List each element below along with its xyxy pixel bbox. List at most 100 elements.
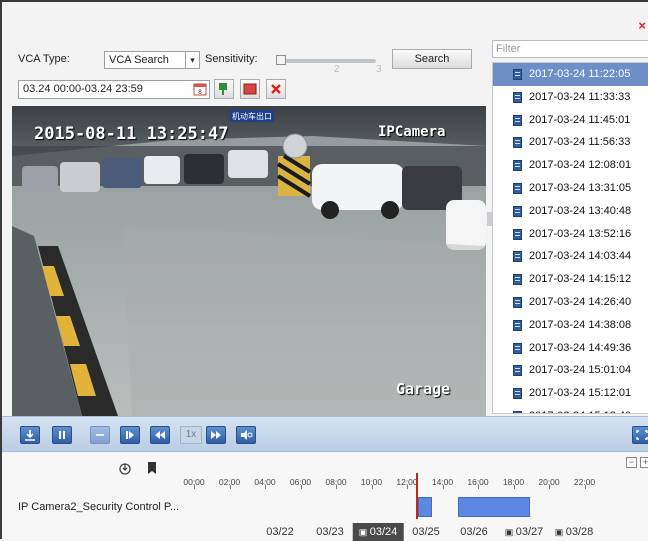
time-range-field[interactable]: 03.24 00:00-03.24 23:59 8 [18,80,210,99]
timeline[interactable]: − + 00:00 02:00 04:00 06:00 08:00 10:00 12:00 1… [2,453,648,541]
osd-location: Garage [396,380,451,398]
vca-type-select[interactable]: VCA Search ▾ [104,51,200,69]
download-button[interactable] [20,426,40,444]
date-item[interactable]: ▣ 03/24 [352,523,404,541]
time-range-value: 03.24 00:00-03.24 23:59 [23,83,143,95]
recording-time: 2017-03-24 11:45:01 [529,113,631,126]
stop-icon [243,83,257,95]
date-label: 03/25 [412,526,440,538]
date-item[interactable]: 03/23 [316,523,344,541]
date-item[interactable]: 03/26 [460,523,488,541]
recording-time: 2017-03-24 13:31:05 [529,181,632,194]
recording-item[interactable]: 2017-03-24 11:22:05 [493,63,648,86]
slow-forward-button[interactable] [150,426,170,444]
hour-tick-mark [229,485,231,489]
rewind-icon [155,431,165,439]
filter-input[interactable]: Filter [492,40,648,58]
recording-time: 2017-03-24 11:56:33 [529,136,631,149]
slider-tick: 2 [334,64,340,75]
date-label: 03/27 [515,526,544,538]
recording-time: 2017-03-24 14:49:36 [529,341,632,354]
osd-timestamp: 2015-08-11 13:25:47 [34,124,229,144]
bookmark-icon[interactable] [146,461,158,475]
recording-item[interactable]: 2017-03-24 12:08:01 [493,154,648,177]
recording-list: 2017-03-24 11:22:05 2017-03-24 11:33:33 20… [492,62,648,414]
recording-time: 2017-03-24 14:26:40 [529,295,632,308]
video-file-icon [513,69,522,80]
hour-tick-mark [513,485,515,489]
pause-button[interactable] [52,426,72,444]
recording-item[interactable]: 2017-03-24 15:13:40 [493,405,648,413]
recording-time: 2017-03-24 15:12:01 [529,387,632,400]
sensitivity-slider[interactable]: 2 3 [276,54,384,75]
search-button[interactable]: Search [392,49,472,69]
clear-button[interactable] [266,79,286,99]
date-strip: 03/22 03/23 ▣ 03/24 03/25 03/26 ▣ 03/27 ▣ 03/2… [2,523,648,541]
recording-item[interactable]: 2017-03-24 11:33:33 [493,86,648,109]
recording-item[interactable]: 2017-03-24 14:38:08 [493,314,648,337]
video-file-icon [513,388,522,400]
recording-item[interactable]: 2017-03-24 15:12:01 [493,382,648,405]
fast-forward-button[interactable] [206,426,226,444]
video-player[interactable]: 机动车出口 2015-08-11 13:25:47 IPCamera Garag… [12,106,486,416]
audio-button[interactable] [236,426,256,444]
zoom-in-icon[interactable]: + [640,457,648,468]
recording-item[interactable]: 2017-03-24 14:49:36 [493,337,648,360]
hour-tick-mark [478,485,479,489]
pause-icon [59,431,65,439]
recording-item[interactable]: 2017-03-24 13:40:48 [493,200,648,223]
area-icon [219,83,227,95]
video-file-icon [513,410,522,413]
recording-time: 2017-03-24 14:38:08 [529,318,632,331]
zoom-out-icon[interactable]: − [626,457,637,468]
recording-item[interactable]: 2017-03-24 13:31:05 [493,177,648,200]
recording-item[interactable]: 2017-03-24 14:26:40 [493,291,648,314]
date-item[interactable]: ▣ 03/28 [555,523,594,541]
hour-tick-mark [442,485,444,489]
speaker-icon [241,430,253,440]
recording-time: 2017-03-24 14:03:44 [529,250,632,263]
single-frame-button[interactable] [120,426,140,444]
playhead[interactable] [416,473,418,519]
recording-time: 2017-03-24 11:33:33 [529,90,631,103]
date-item[interactable]: ▣ 03/27 [505,523,544,541]
full-screen-area-button[interactable] [240,79,260,99]
hour-tick-mark [265,485,266,489]
video-file-icon [513,182,522,194]
vca-type-value: VCA Search [109,54,169,66]
recording-item[interactable]: 2017-03-24 14:03:44 [493,245,648,268]
close-icon[interactable]: × [638,18,646,33]
recording-time: 2017-03-24 13:40:48 [529,204,632,217]
set-area-button[interactable] [214,79,234,99]
video-file-icon [513,319,522,331]
hour-tick-mark [407,485,408,489]
date-item[interactable]: 03/25 [412,523,440,541]
recording-item[interactable]: 2017-03-24 15:01:04 [493,359,648,382]
recording-item[interactable]: 2017-03-24 14:15:12 [493,268,648,291]
date-label: 03/24 [369,526,398,538]
clip-download-icon[interactable] [118,461,132,475]
sensitivity-label: Sensitivity: [205,53,258,65]
slider-tick: 3 [376,64,382,75]
video-frame: 机动车出口 [12,106,486,416]
fullscreen-button[interactable] [632,426,648,444]
calendar-icon[interactable]: 8 [193,82,207,96]
record-segment[interactable] [418,497,432,517]
date-item[interactable]: 03/22 [266,523,294,541]
date-label: 03/26 [460,526,488,538]
video-file-icon [513,205,522,217]
video-file-icon [513,160,522,172]
recording-item[interactable]: 2017-03-24 13:52:16 [493,223,648,246]
hour-tick-mark [336,485,337,489]
recording-item[interactable]: 2017-03-24 11:56:33 [493,131,648,154]
stop-button[interactable] [90,426,110,444]
recording-item[interactable]: 2017-03-24 11:45:01 [493,109,648,132]
record-segment[interactable] [458,497,530,517]
video-file-icon [513,365,522,377]
record-icon: ▣ [554,527,566,537]
delete-icon [271,84,281,94]
video-file-icon [513,342,522,354]
slider-knob[interactable] [276,55,286,65]
video-file-icon [513,137,522,149]
hour-tick-mark [371,485,373,489]
